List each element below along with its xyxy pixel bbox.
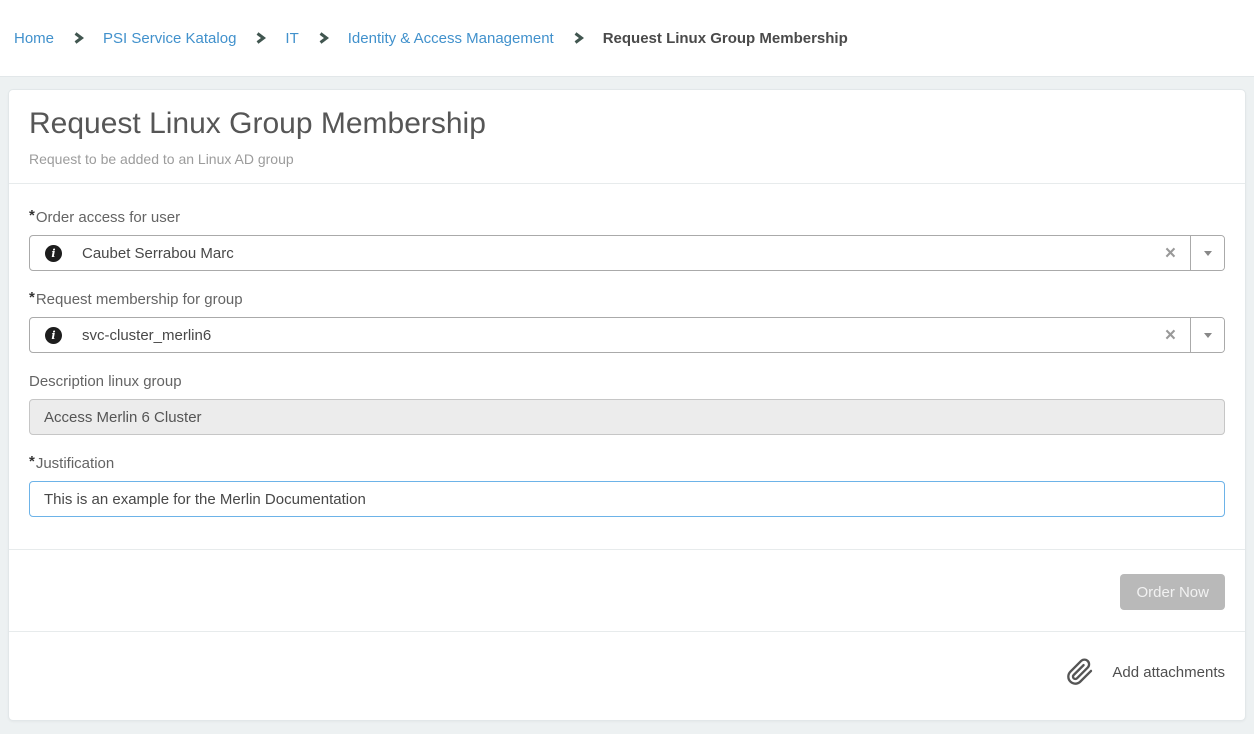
order-now-button[interactable]: Order Now [1120,574,1225,610]
page-subtitle: Request to be added to an Linux AD group [29,151,1225,167]
field-justification: *Justification [29,455,1225,517]
field-order-access-for-user: *Order access for user i Caubet Serrabou… [29,209,1225,271]
breadcrumb-link-psi-service-katalog[interactable]: PSI Service Katalog [103,30,236,47]
breadcrumb-current: Request Linux Group Membership [603,30,848,47]
chevron-right-icon [317,31,330,45]
card-header: Request Linux Group Membership Request t… [9,90,1245,184]
add-attachments-label[interactable]: Add attachments [1112,664,1225,681]
info-icon: i [45,245,62,262]
actions-bar: Order Now [9,549,1245,631]
field-request-membership-for-group: *Request membership for group i svc-clus… [29,291,1225,353]
required-marker: * [29,289,35,306]
breadcrumb-link-home[interactable]: Home [14,30,54,47]
breadcrumb: Home PSI Service Katalog IT Identity & A… [0,0,1254,77]
page-title: Request Linux Group Membership [29,105,1225,142]
field-label: *Justification [29,455,1225,473]
request-form-card: Request Linux Group Membership Request t… [8,89,1246,721]
chevron-right-icon [72,31,85,45]
breadcrumb-link-it[interactable]: IT [285,30,298,47]
field-label-text: Justification [36,455,114,472]
chevron-right-icon [254,31,267,45]
justification-input[interactable] [29,481,1225,517]
info-icon: i [45,327,62,344]
field-label-text: Request membership for group [36,291,243,308]
dropdown-toggle[interactable] [1190,236,1224,270]
field-label: Description linux group [29,373,1225,391]
required-marker: * [29,453,35,470]
description-linux-group-input [29,399,1225,435]
caret-down-icon [1204,333,1212,338]
field-label-text: Description linux group [29,373,182,390]
caret-down-icon [1204,251,1212,256]
required-marker: * [29,207,35,224]
dropdown-toggle[interactable] [1190,318,1224,352]
group-select[interactable]: i svc-cluster_merlin6 × [29,317,1225,353]
form-body: *Order access for user i Caubet Serrabou… [9,184,1245,549]
order-user-selected-value: Caubet Serrabou Marc [82,245,1165,262]
paperclip-icon[interactable] [1066,658,1094,686]
order-user-select[interactable]: i Caubet Serrabou Marc × [29,235,1225,271]
clear-selection-icon[interactable]: × [1165,326,1176,345]
field-label: *Order access for user [29,209,1225,227]
field-label-text: Order access for user [36,209,180,226]
field-label: *Request membership for group [29,291,1225,309]
field-description-linux-group: Description linux group [29,373,1225,435]
clear-selection-icon[interactable]: × [1165,244,1176,263]
chevron-right-icon [572,31,585,45]
breadcrumb-link-identity-access-management[interactable]: Identity & Access Management [348,30,554,47]
group-selected-value: svc-cluster_merlin6 [82,327,1165,344]
attachments-bar: Add attachments [9,631,1245,712]
